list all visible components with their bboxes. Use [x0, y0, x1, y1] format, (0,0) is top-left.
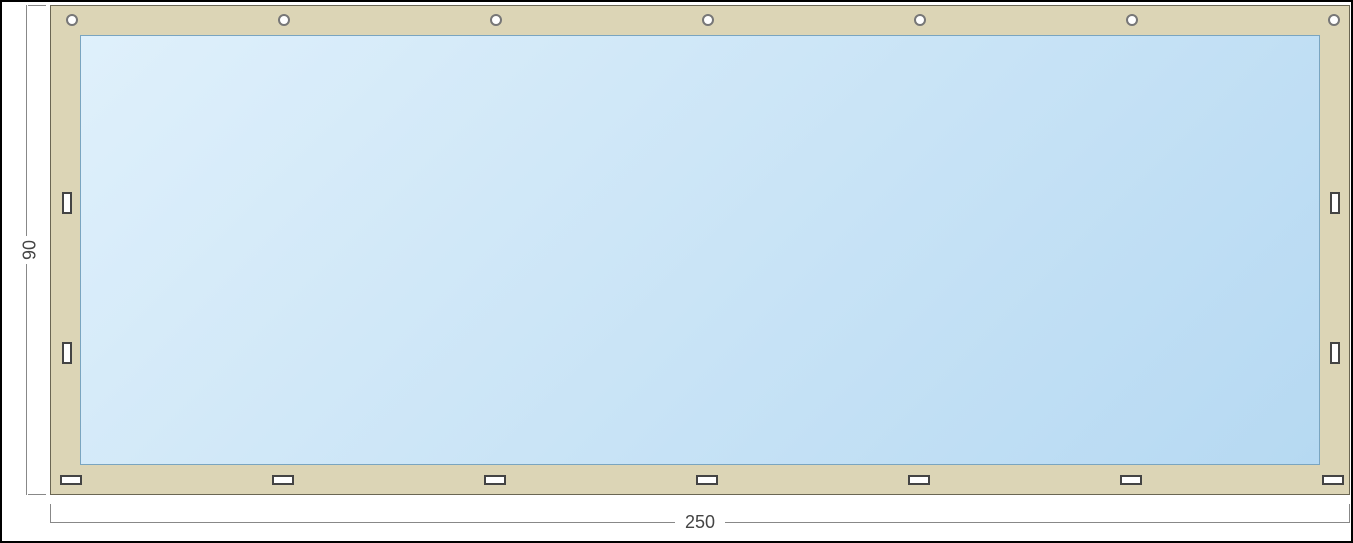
- side-tab-icon: [1330, 192, 1340, 214]
- grommet-icon: [914, 14, 926, 26]
- bottom-tab-icon: [696, 475, 718, 485]
- bottom-tab-icon: [484, 475, 506, 485]
- grommet-icon: [66, 14, 78, 26]
- bottom-tab-icon: [272, 475, 294, 485]
- width-dimension-label: 250: [675, 512, 725, 533]
- bottom-tab-icon: [60, 475, 82, 485]
- bottom-tab-icon: [1322, 475, 1344, 485]
- width-dimension: 250: [50, 502, 1350, 542]
- side-tab-icon: [62, 342, 72, 364]
- side-tab-icon: [62, 192, 72, 214]
- diagram-bounds: 250 90: [0, 0, 1353, 543]
- grommet-icon: [702, 14, 714, 26]
- side-tab-icon: [1330, 342, 1340, 364]
- grommet-icon: [278, 14, 290, 26]
- grommet-icon: [1328, 14, 1340, 26]
- bottom-tab-icon: [1120, 475, 1142, 485]
- grommet-icon: [1126, 14, 1138, 26]
- transparent-window: [80, 35, 1320, 465]
- grommet-icon: [490, 14, 502, 26]
- height-dimension: 90: [6, 5, 48, 495]
- bottom-tab-icon: [908, 475, 930, 485]
- height-dimension-label: 90: [20, 236, 41, 264]
